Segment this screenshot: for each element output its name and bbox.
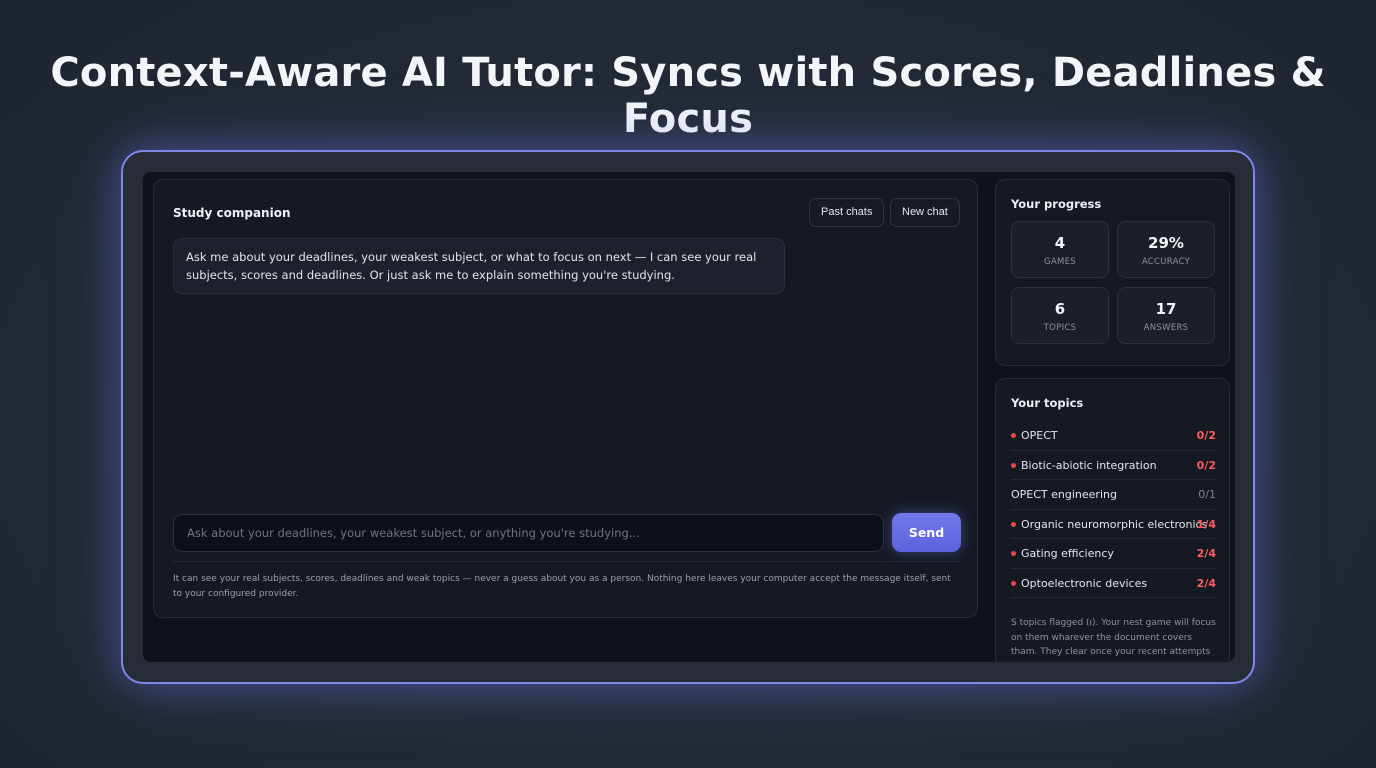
topic-score: 2/4	[1196, 576, 1216, 590]
stat-label: GAMES	[1043, 257, 1076, 267]
privacy-note: It can see your real subjects, scores, d…	[173, 574, 951, 599]
topic-row[interactable]: Biotic-abiotic integration 0/2	[1011, 451, 1216, 480]
chat-title: Study companion	[173, 206, 291, 220]
assistant-message: Ask me about your deadlines, your weakes…	[173, 238, 785, 294]
topic-score: 0/2	[1196, 458, 1216, 472]
stat-answers: 17 ANSWERS	[1117, 287, 1215, 344]
flag-dot-icon	[1011, 433, 1016, 438]
topic-row[interactable]: Optoelectronic devices 2/4	[1011, 569, 1216, 598]
topic-row[interactable]: Organic neuromorphic electronics 1/4	[1011, 510, 1216, 539]
topic-row[interactable]: Gating efficiency 2/4	[1011, 539, 1216, 569]
stat-value: 17	[1155, 300, 1177, 318]
topics-note: S topics flagged (ı). Your nest game wil…	[1011, 618, 1216, 662]
stat-value: 29%	[1148, 234, 1184, 252]
stat-label: ANSWERS	[1143, 323, 1189, 333]
stat-topics: 6 TOPICS	[1011, 287, 1109, 344]
stat-value: 6	[1054, 300, 1066, 318]
topic-score: 0/2	[1196, 429, 1216, 442]
topic-row[interactable]: OPECT engineering 0/1	[1011, 480, 1216, 510]
topic-name: Optoelectronic devices	[1021, 576, 1148, 590]
topic-name: OPECT engineering	[1011, 488, 1117, 501]
topics-panel: Your topics OPECT 0/2 Biotic-abiotic int…	[995, 378, 1230, 662]
new-chat-button[interactable]: New chat	[890, 198, 960, 227]
flag-dot-icon	[1011, 551, 1016, 556]
topic-score: 1/4	[1196, 517, 1216, 531]
topic-row[interactable]: OPECT 0/2	[1011, 421, 1216, 451]
topic-list: OPECT 0/2 Biotic-abiotic integration 0/2…	[1011, 421, 1216, 598]
app-window-frame: Study companion Past chats New chat Ask …	[121, 150, 1255, 684]
app-screen: Study companion Past chats New chat Ask …	[143, 172, 1235, 662]
topic-score: 0/1	[1198, 488, 1216, 501]
send-button[interactable]: Send	[892, 513, 961, 552]
divider	[173, 561, 961, 562]
stat-label: TOPICS	[1043, 323, 1077, 333]
topic-name: Organic neuromorphic electronics	[1021, 517, 1208, 531]
progress-panel: Your progress 4 GAMES 29% ACCURACY 6 TOP…	[995, 179, 1230, 366]
topics-title: Your topics	[1011, 396, 1084, 410]
stat-label: ACCURACY	[1141, 257, 1191, 267]
topic-name: OPECT	[1021, 429, 1058, 442]
page-headline: Context-Aware AI Tutor: Syncs with Score…	[50, 50, 1326, 142]
past-chats-button[interactable]: Past chats	[809, 198, 885, 227]
progress-title: Your progress	[1011, 197, 1102, 211]
stat-accuracy: 29% ACCURACY	[1117, 221, 1215, 278]
flag-dot-icon	[1011, 580, 1016, 586]
stat-games: 4 GAMES	[1011, 221, 1109, 278]
flag-dot-icon	[1011, 462, 1016, 468]
topic-score: 2/4	[1196, 547, 1216, 560]
topic-name: Biotic-abiotic integration	[1021, 458, 1157, 472]
flag-dot-icon	[1011, 521, 1016, 527]
chat-panel: Study companion Past chats New chat Ask …	[153, 179, 978, 618]
stat-value: 4	[1054, 234, 1066, 252]
chat-input[interactable]	[173, 514, 884, 552]
topic-name: Gating efficiency	[1021, 547, 1114, 560]
